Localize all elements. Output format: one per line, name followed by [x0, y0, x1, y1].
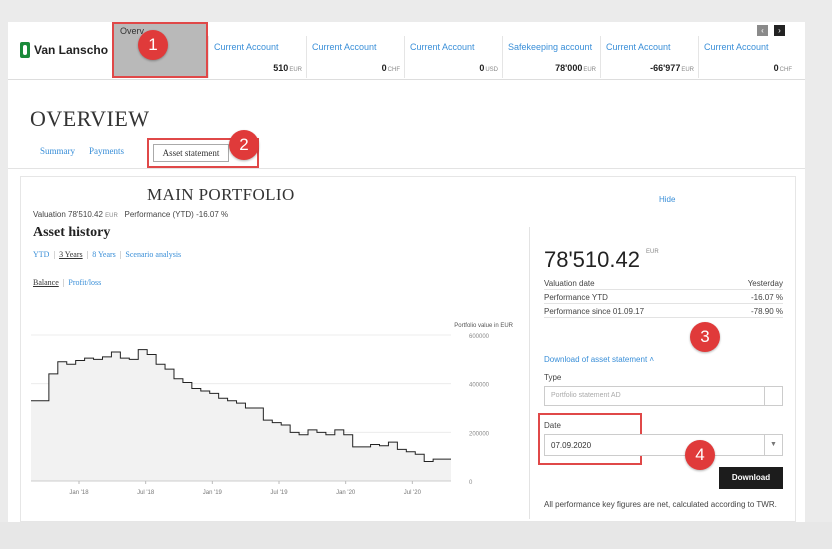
chart-svg: 600000 400000 200000 0 Portfolio value in EU… [31, 323, 514, 496]
account-name: Current Account [214, 42, 279, 52]
performance-ytd-row: Performance YTD -16.07 % [544, 293, 783, 304]
tab-asset-statement[interactable]: Asset statement [153, 144, 229, 162]
step-marker-4: 4 [685, 440, 715, 470]
account-name: Safekeeping account [508, 42, 593, 52]
y-axis-label: Portfolio value in EUR [454, 323, 513, 329]
step-marker-1: 1 [138, 30, 168, 60]
x-tick-label: Jan '19 [203, 490, 223, 496]
account-balance: 0USD [479, 63, 498, 73]
account-balance: 0CHF [381, 63, 400, 73]
tab-balance[interactable]: Balance [33, 278, 59, 287]
performance-label: Performance (YTD) [124, 210, 194, 219]
performance-note: All performance key figures are net, cal… [544, 500, 777, 509]
x-tick-label: Jul '19 [270, 490, 288, 496]
y-tick-label: 600000 [469, 334, 490, 340]
download-asset-statement-link[interactable]: Download of asset statement ˄ [544, 355, 654, 364]
download-button[interactable]: Download [719, 467, 783, 489]
date-label: Date [544, 421, 561, 430]
portfolio-total-currency: EUR [646, 249, 659, 255]
bottom-shadow [0, 522, 832, 549]
range-tab-8-years[interactable]: 8 Years [92, 250, 116, 259]
logo-text: Van Lanscho [34, 43, 109, 57]
account-tile[interactable]: Safekeeping account 78'000EUR [502, 36, 600, 78]
y-tick-label: 200000 [469, 431, 490, 437]
account-name: Current Account [606, 42, 671, 52]
account-balance: -66'977EUR [650, 63, 694, 73]
x-tick-label: Jul '18 [137, 490, 155, 496]
x-tick-label: Jul '20 [404, 490, 422, 496]
performance-value: -16.07 % [196, 210, 229, 219]
account-tile[interactable]: Current Account -66'977EUR [600, 36, 698, 78]
valuation-label: Valuation [33, 210, 66, 219]
prev-accounts-button[interactable]: ‹ [757, 25, 768, 36]
account-balance: 78'000EUR [555, 63, 596, 73]
step-marker-3: 3 [690, 322, 720, 352]
select-cap [764, 386, 782, 406]
portfolio-card: MAIN PORTFOLIO Hide Valuation 78'510.42 … [20, 176, 796, 522]
account-tile[interactable]: Current Account 0USD [404, 36, 502, 78]
overview-tabs: Summary Payments Asset statement [40, 138, 259, 168]
chevron-down-icon: ▼ [764, 434, 782, 456]
account-header-bar: Van Lanscho Overv Current Account 510EUR… [8, 22, 805, 80]
banking-page: Van Lanscho Overv Current Account 510EUR… [8, 22, 805, 522]
step-marker-2: 2 [229, 130, 259, 160]
type-label: Type [544, 373, 562, 382]
account-tile[interactable]: Current Account 510EUR [208, 36, 306, 78]
account-tile[interactable]: Current Account 0CHF [698, 36, 796, 78]
balance-tabs: Balance | Profit/loss [33, 278, 102, 287]
next-accounts-button[interactable]: › [774, 25, 785, 36]
x-tick-label: Jan '20 [336, 490, 356, 496]
performance-since-row: Performance since 01.09.17 -78.90 % [544, 307, 783, 318]
asset-history-chart: 600000 400000 200000 0 Portfolio value in EU… [27, 305, 514, 517]
range-tab-3-years[interactable]: 3 Years [59, 250, 83, 259]
valuation-value: 78'510.42 [68, 210, 103, 219]
asset-history-heading: Asset history [33, 225, 111, 240]
page-title: OVERVIEW [30, 106, 150, 131]
tab-payments[interactable]: Payments [89, 144, 124, 166]
range-tabs: YTD | 3 Years | 8 Years | Scenario analysis [33, 250, 182, 259]
tab-summary[interactable]: Summary [40, 144, 75, 166]
screenshot-frame: Van Lanscho Overv Current Account 510EUR… [0, 0, 832, 549]
valuation-currency: EUR [105, 213, 118, 219]
hide-link[interactable]: Hide [659, 195, 675, 204]
account-tile[interactable]: Current Account 0CHF [306, 36, 404, 78]
y-tick-label: 0 [469, 480, 473, 486]
tab-profit-loss[interactable]: Profit/loss [68, 278, 101, 287]
range-tab-scenario[interactable]: Scenario analysis [125, 250, 181, 259]
range-tab-ytd[interactable]: YTD [33, 250, 49, 259]
x-tick-label: Jan '18 [69, 490, 89, 496]
portfolio-title: MAIN PORTFOLIO [147, 185, 295, 204]
account-balance: 0CHF [773, 63, 792, 73]
y-tick-label: 400000 [469, 383, 490, 389]
valuation-date-row: Valuation date Yesterday [544, 279, 783, 290]
account-name: Current Account [704, 42, 769, 52]
account-name: Current Account [410, 42, 475, 52]
portfolio-total-value: 78'510.42 [544, 247, 640, 272]
tabs-divider [8, 168, 805, 169]
logo-icon [20, 42, 30, 58]
bank-logo[interactable]: Van Lanscho [20, 42, 108, 58]
account-balance: 510EUR [273, 63, 302, 73]
series-area [31, 349, 451, 481]
statement-type-select[interactable]: Portfolio statement AD [544, 386, 783, 406]
chevron-up-icon: ˄ [649, 355, 655, 364]
date-select[interactable]: 07.09.2020 ▼ [544, 434, 783, 456]
valuation-summary: Valuation 78'510.42 EUR Performance (YTD… [33, 210, 228, 219]
panel-divider [529, 227, 530, 519]
account-name: Current Account [312, 42, 377, 52]
